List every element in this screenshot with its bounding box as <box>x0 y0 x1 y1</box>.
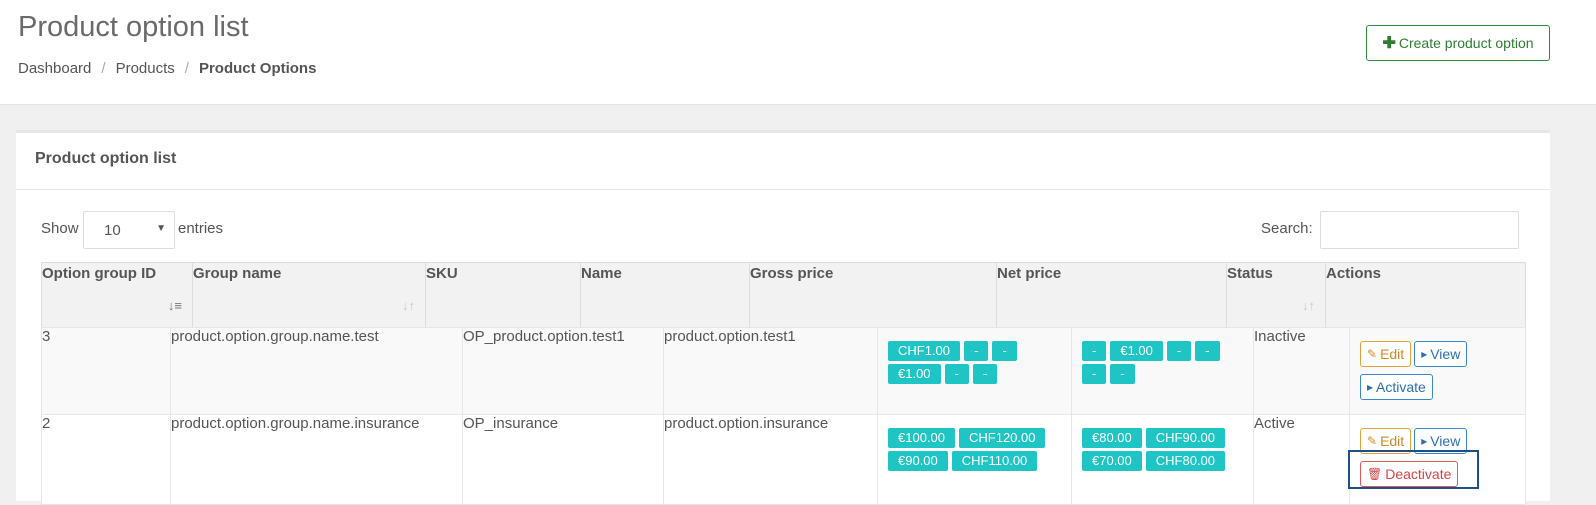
price-tag: - <box>944 364 969 384</box>
entries-label: entries <box>178 220 224 237</box>
column-header-label: Status <box>1227 265 1273 282</box>
deactivate-button[interactable]: 🗑 Deactivate <box>1360 461 1459 487</box>
view-button[interactable]: ▸ View <box>1414 341 1468 367</box>
price-tag: €80.00 <box>1082 428 1142 448</box>
table-header: Option group ID ↓≡ Group name ↓↑ SKU Nam… <box>41 262 1526 328</box>
caret-down-icon: ▼ <box>156 223 166 234</box>
cell-group-name: product.option.group.name.insurance <box>170 414 463 505</box>
create-product-option-button[interactable]: ✚ Create product option <box>1366 25 1550 61</box>
column-header-label: Gross price <box>750 265 834 282</box>
caret-right-icon: ▸ <box>1367 380 1374 394</box>
edit-button-label: Edit <box>1380 433 1405 449</box>
column-header-group-name[interactable]: Group name ↓↑ <box>192 262 426 328</box>
breadcrumb: Dashboard / Products / Product Options <box>18 60 316 77</box>
cell-net-price: - €1.00 - - - - <box>1071 327 1254 415</box>
create-button-label: Create product option <box>1398 35 1534 51</box>
page-header: Product option list Dashboard / Products… <box>0 0 1596 105</box>
plus-icon: ✚ <box>1382 35 1396 52</box>
view-button-label: View <box>1430 346 1461 362</box>
column-header-name: Name <box>580 262 750 328</box>
price-tag: - <box>1082 364 1107 384</box>
cell-actions: ✎ Edit ▸ View 🗑 Deactivate <box>1349 414 1526 505</box>
caret-right-icon: ▸ <box>1421 347 1428 361</box>
column-header-status[interactable]: Status ↓↑ <box>1226 262 1326 328</box>
price-tag: CHF80.00 <box>1145 451 1226 471</box>
sort-icon: ↓↑ <box>1302 298 1315 313</box>
price-tag: €90.00 <box>888 451 948 471</box>
price-tag: - <box>972 364 998 384</box>
panel-title: Product option list <box>16 133 1550 190</box>
column-header-label: Option group ID <box>42 265 157 282</box>
price-tag: - <box>1110 364 1135 384</box>
table-row: 3 product.option.group.name.test OP_prod… <box>41 327 1526 415</box>
column-header-label: Name <box>581 265 622 282</box>
deactivate-button-label: Deactivate <box>1385 466 1452 482</box>
table-body: 3 product.option.group.name.test OP_prod… <box>41 327 1526 505</box>
price-tag: €70.00 <box>1082 451 1142 471</box>
price-tag: - <box>992 341 1017 361</box>
cell-gross-price: CHF1.00 - - €1.00 - - <box>877 327 1072 415</box>
breadcrumb-dashboard[interactable]: Dashboard <box>18 60 91 77</box>
breadcrumb-separator: / <box>184 60 189 77</box>
sort-desc-icon: ↓≡ <box>167 298 182 313</box>
status-inactive: Inactive <box>1253 327 1350 415</box>
cell-sku: OP_product.option.test1 <box>462 327 664 415</box>
column-header-sku: SKU <box>425 262 581 328</box>
cell-name: product.option.test1 <box>663 327 878 415</box>
view-button-label: View <box>1430 433 1461 449</box>
price-tag: - <box>1166 341 1192 361</box>
column-header-option-group-id[interactable]: Option group ID ↓≡ <box>41 262 193 328</box>
column-header-label: Actions <box>1326 265 1382 282</box>
activate-button-label: Activate <box>1376 379 1426 395</box>
table-controls: Show 10 ▼ entries Search: <box>16 208 1550 249</box>
product-option-panel: Product option list Show 10 ▼ entries Se… <box>16 130 1550 505</box>
price-tag: €100.00 <box>888 428 955 448</box>
column-header-label: Group name <box>193 265 282 282</box>
show-label: Show <box>41 220 79 237</box>
price-tag: CHF1.00 <box>888 341 961 361</box>
trash-icon: 🗑 <box>1367 467 1383 481</box>
page-length-select[interactable]: 10 ▼ <box>83 211 175 249</box>
cell-group-name: product.option.group.name.test <box>170 327 463 415</box>
cell-sku: OP_insurance <box>462 414 664 505</box>
edit-button-label: Edit <box>1380 346 1405 362</box>
breadcrumb-current: Product Options <box>198 60 317 77</box>
cell-id: 2 <box>41 414 171 505</box>
cell-net-price: €80.00 CHF90.00 €70.00 CHF80.00 <box>1071 414 1254 505</box>
cell-gross-price: €100.00 CHF120.00 €90.00 CHF110.00 <box>877 414 1072 505</box>
edit-icon: ✎ <box>1367 434 1378 448</box>
price-tag: CHF110.00 <box>951 451 1038 471</box>
sort-icon: ↓↑ <box>402 298 415 313</box>
page-length-value: 10 <box>104 222 121 239</box>
price-tag: CHF90.00 <box>1145 428 1226 448</box>
search-label: Search: <box>1261 220 1313 237</box>
column-header-net-price: Net price <box>996 262 1227 328</box>
caret-right-icon: ▸ <box>1421 434 1428 448</box>
breadcrumb-separator: / <box>101 60 106 77</box>
price-tag: €1.00 <box>1110 341 1163 361</box>
price-tag: CHF120.00 <box>959 428 1046 448</box>
price-tag: - <box>1082 341 1107 361</box>
activate-button[interactable]: ▸ Activate <box>1360 374 1433 400</box>
breadcrumb-products[interactable]: Products <box>116 60 175 77</box>
price-tag: - <box>1195 341 1220 361</box>
column-header-gross-price: Gross price <box>749 262 997 328</box>
price-tag: €1.00 <box>888 364 941 384</box>
page-title: Product option list <box>18 11 249 43</box>
price-tag: - <box>964 341 989 361</box>
edit-button[interactable]: ✎ Edit <box>1360 428 1412 454</box>
cell-id: 3 <box>41 327 171 415</box>
table-row: 2 product.option.group.name.insurance OP… <box>41 414 1526 505</box>
view-button[interactable]: ▸ View <box>1414 428 1468 454</box>
status-active: Active <box>1253 414 1350 505</box>
search-input[interactable] <box>1320 211 1519 249</box>
column-header-label: Net price <box>997 265 1062 282</box>
edit-button[interactable]: ✎ Edit <box>1360 341 1412 367</box>
column-header-label: SKU <box>426 265 458 282</box>
cell-actions: ✎ Edit ▸ View ▸ Activate <box>1349 327 1526 415</box>
edit-icon: ✎ <box>1367 347 1378 361</box>
column-header-actions: Actions <box>1325 262 1526 328</box>
cell-name: product.option.insurance <box>663 414 878 505</box>
